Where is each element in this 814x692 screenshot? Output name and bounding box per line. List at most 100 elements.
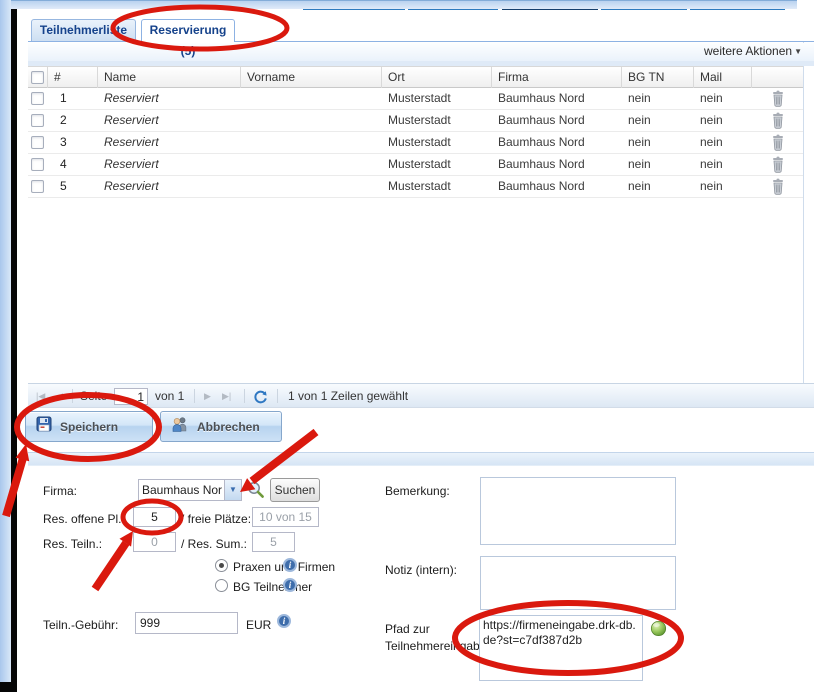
row-checkbox[interactable]	[31, 92, 44, 105]
column-header-mail[interactable]: Mail	[694, 67, 752, 88]
column-header-num[interactable]: #	[48, 67, 98, 88]
cell-vorname	[241, 154, 382, 175]
bemerkung-textarea[interactable]	[480, 477, 676, 545]
firma-combobox[interactable]: Baumhaus Nord ▼	[138, 479, 242, 501]
panel-top-border	[0, 0, 797, 9]
pfad-textarea[interactable]: https://firmeneingabe.drk-db.de?st=c7df3…	[479, 615, 643, 681]
separator	[72, 389, 73, 403]
cell-ort: Musterstadt	[382, 176, 492, 197]
header-checkbox-cell	[28, 67, 48, 88]
chevron-down-icon: ▼	[794, 47, 802, 56]
res-offene-input[interactable]	[133, 507, 176, 527]
panel-left-border	[0, 0, 11, 682]
table-row[interactable]: 5 Reserviert Musterstadt Baumhaus Nord n…	[28, 176, 803, 198]
radio-bg-label: BG Teilnehmer	[233, 580, 312, 594]
page-number-input[interactable]	[114, 388, 148, 405]
column-header-firma[interactable]: Firma	[492, 67, 622, 88]
suchen-button[interactable]: Suchen	[270, 478, 320, 502]
res-teiln-input[interactable]	[133, 532, 176, 552]
freie-plaetze-input[interactable]	[252, 507, 319, 527]
currency-label: EUR	[246, 618, 271, 632]
firma-label: Firma:	[43, 484, 77, 498]
cell-bgtn: nein	[622, 110, 694, 131]
delete-row-button[interactable]	[770, 178, 786, 195]
column-header-bgtn[interactable]: BG TN	[622, 67, 694, 88]
form-panel-header	[28, 452, 814, 466]
cell-ort: Musterstadt	[382, 154, 492, 175]
globe-icon[interactable]	[650, 620, 667, 642]
column-header-vorname[interactable]: Vorname	[241, 67, 382, 88]
chevron-down-icon[interactable]: ▼	[224, 480, 241, 500]
page-label: Seite	[80, 384, 107, 409]
column-header-ort[interactable]: Ort	[382, 67, 492, 88]
cell-vorname	[241, 88, 382, 109]
gebuehr-label: Teiln.-Gebühr:	[43, 618, 118, 632]
cell-bgtn: nein	[622, 154, 694, 175]
table-row[interactable]: 3 Reserviert Musterstadt Baumhaus Nord n…	[28, 132, 803, 154]
cell-vorname	[241, 110, 382, 131]
info-icon[interactable]: i	[283, 558, 297, 572]
delete-row-button[interactable]	[770, 90, 786, 107]
cell-firma: Baumhaus Nord	[492, 110, 622, 131]
gebuehr-input[interactable]	[135, 612, 238, 634]
pfad-label: Pfad zur Teilnehmereingabe:	[385, 621, 480, 655]
delete-row-button[interactable]	[770, 156, 786, 173]
column-header-name[interactable]: Name	[98, 67, 241, 88]
cell-mail: nein	[694, 132, 752, 153]
more-actions-menu-button[interactable]: weitere Aktionen▼	[704, 44, 802, 58]
cell-name: Reserviert	[98, 88, 241, 109]
page-of-label: von 1	[155, 384, 184, 409]
select-all-checkbox[interactable]	[31, 71, 44, 84]
separator	[277, 389, 278, 403]
next-page-button[interactable]: ▶	[204, 384, 211, 409]
radio-bg-teilnehmer[interactable]	[215, 579, 228, 592]
save-button-label: Speichern	[60, 420, 118, 434]
save-button[interactable]: Speichern	[25, 411, 153, 442]
app-window: Kursstammdaten Dozenten- Tage Teilnehmer…	[0, 0, 814, 692]
cell-vorname	[241, 132, 382, 153]
separator	[244, 389, 245, 403]
panel-right-border	[803, 20, 804, 383]
notiz-label: Notiz (intern):	[385, 563, 457, 577]
cell-firma: Baumhaus Nord	[492, 154, 622, 175]
cell-name: Reserviert	[98, 132, 241, 153]
cell-mail: nein	[694, 154, 752, 175]
cell-name: Reserviert	[98, 154, 241, 175]
info-icon[interactable]: i	[277, 614, 291, 628]
delete-row-button[interactable]	[770, 134, 786, 151]
info-icon[interactable]: i	[283, 578, 297, 592]
row-checkbox[interactable]	[31, 158, 44, 171]
cell-bgtn: nein	[622, 176, 694, 197]
cell-mail: nein	[694, 110, 752, 131]
subtab-teilnehmerliste[interactable]: Teilnehmerliste (5)	[31, 19, 136, 41]
last-page-button[interactable]: ▶|	[222, 384, 231, 409]
subtab-reservierung[interactable]: Reservierung (5)	[141, 19, 235, 42]
cell-bgtn: nein	[622, 132, 694, 153]
cell-num: 5	[48, 176, 98, 197]
cell-mail: nein	[694, 176, 752, 197]
bemerkung-label: Bemerkung:	[385, 484, 450, 498]
column-header-actions	[752, 67, 803, 88]
cancel-button[interactable]: Abbrechen	[160, 411, 282, 442]
first-page-button[interactable]: |◀	[36, 384, 45, 409]
cell-name: Reserviert	[98, 176, 241, 197]
separator	[194, 389, 195, 403]
selection-status: 1 von 1 Zeilen gewählt	[288, 384, 408, 409]
table-row[interactable]: 4 Reserviert Musterstadt Baumhaus Nord n…	[28, 154, 803, 176]
row-checkbox[interactable]	[31, 180, 44, 193]
row-checkbox[interactable]	[31, 136, 44, 149]
refresh-icon[interactable]	[253, 389, 268, 405]
radio-praxen-und-firmen[interactable]	[215, 559, 228, 572]
table-row[interactable]: 2 Reserviert Musterstadt Baumhaus Nord n…	[28, 110, 803, 132]
row-checkbox[interactable]	[31, 114, 44, 127]
cell-num: 1	[48, 88, 98, 109]
table-row[interactable]: 1 Reserviert Musterstadt Baumhaus Nord n…	[28, 88, 803, 110]
prev-page-button[interactable]: ◀	[56, 384, 63, 409]
search-icon[interactable]	[246, 480, 265, 504]
firma-combobox-value: Baumhaus Nord	[142, 483, 222, 499]
cancel-button-label: Abbrechen	[197, 420, 260, 434]
notiz-textarea[interactable]	[480, 556, 676, 610]
delete-row-button[interactable]	[770, 112, 786, 129]
grid-toolbar: weitere Aktionen▼	[28, 43, 814, 61]
res-sum-input[interactable]	[252, 532, 295, 552]
